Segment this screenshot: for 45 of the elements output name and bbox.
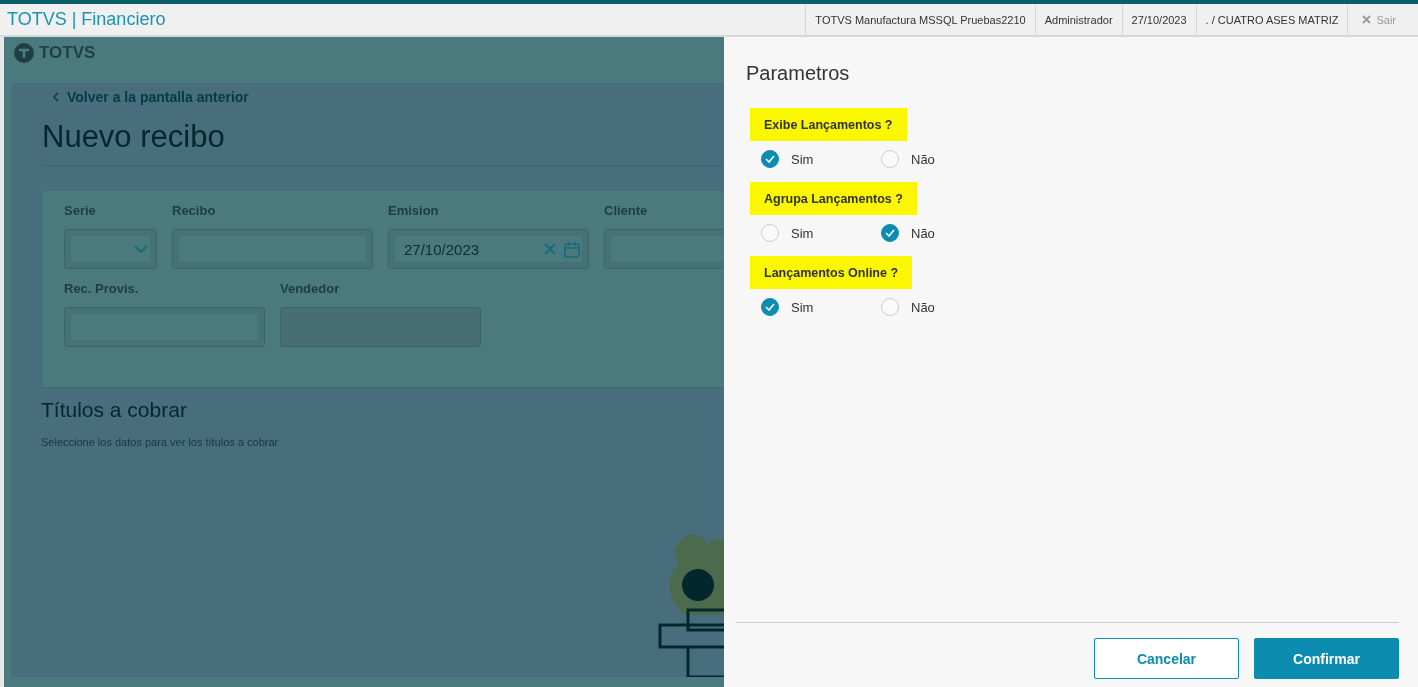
logo-icon xyxy=(13,42,35,64)
date-field[interactable]: 27/10/2023 xyxy=(388,229,589,269)
radio-button[interactable] xyxy=(881,150,899,168)
option-label: Sim xyxy=(791,151,814,167)
option-label: Sim xyxy=(791,225,814,241)
option-label: Não xyxy=(911,151,935,167)
confirm-button[interactable]: Confirmar xyxy=(1254,638,1399,679)
radio-button[interactable] xyxy=(881,224,899,242)
cancel-button[interactable]: Cancelar xyxy=(1094,638,1239,679)
question-label: Lançamentos Online ? xyxy=(750,256,913,289)
close-icon xyxy=(1362,15,1372,24)
drawer-title: Parametros xyxy=(746,62,851,85)
section-title: Títulos a cobrar xyxy=(41,398,188,422)
select-field[interactable] xyxy=(64,229,157,269)
question-label: Agrupa Lançamentos ? xyxy=(750,182,917,215)
chevron-down-icon xyxy=(134,244,148,254)
exit-button[interactable]: Sair xyxy=(1347,4,1418,35)
calendar-icon[interactable] xyxy=(564,240,580,258)
field-label: Vendedor xyxy=(280,281,341,296)
check-icon xyxy=(765,303,775,311)
chevron-left-icon xyxy=(52,92,59,102)
field-label: Emision xyxy=(388,203,440,218)
clear-icon[interactable] xyxy=(544,243,556,255)
app-title: TOTVS | Financiero xyxy=(7,9,166,30)
radio-button[interactable] xyxy=(881,298,899,316)
check-icon xyxy=(765,155,775,163)
field-label: Recibo xyxy=(172,203,217,218)
question-label: Exibe Lançamentos ? xyxy=(750,108,907,141)
radio-button[interactable] xyxy=(761,224,779,242)
radio-button[interactable] xyxy=(761,150,779,168)
field-label: Cliente xyxy=(604,203,649,218)
back-link[interactable]: Volver a la pantalla anterior xyxy=(67,89,249,105)
field-label: Rec. Provis. xyxy=(64,281,140,296)
header-info: TOTVS Manufactura MSSQL Pruebas2210 xyxy=(805,4,1035,35)
header-info: Administrador xyxy=(1034,4,1122,35)
field-label: Serie xyxy=(64,203,97,218)
page-title: Nuevo recibo xyxy=(42,119,724,166)
header-info: 27/10/2023 xyxy=(1121,4,1196,35)
check-icon xyxy=(885,229,895,237)
header-info: . / CUATRO ASES MATRIZ xyxy=(1195,4,1348,35)
option-label: Não xyxy=(911,299,935,315)
option-label: Não xyxy=(911,225,935,241)
logo: TOTVS xyxy=(11,37,724,69)
option-label: Sim xyxy=(791,299,814,315)
radio-button[interactable] xyxy=(761,298,779,316)
